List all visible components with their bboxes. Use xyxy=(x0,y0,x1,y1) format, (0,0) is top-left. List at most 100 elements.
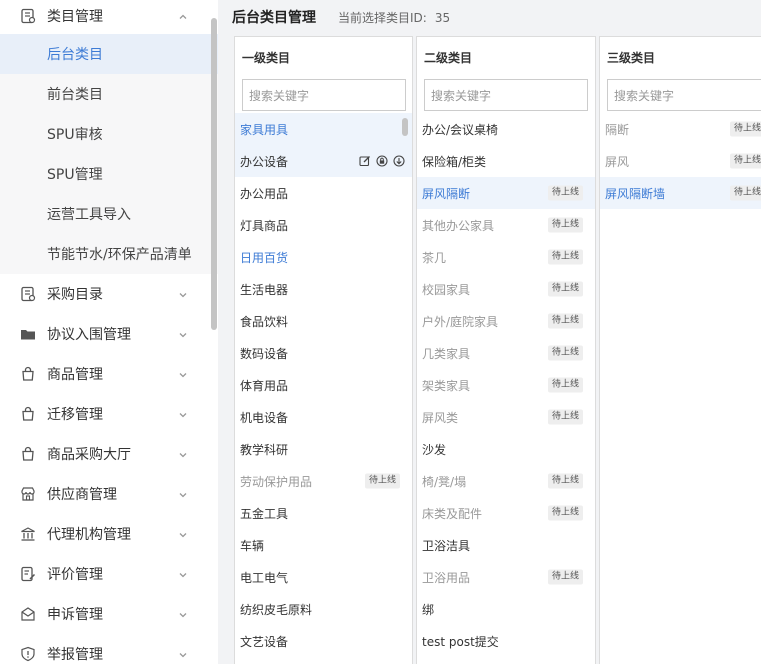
category-name: 床类及配件 xyxy=(422,506,483,521)
submenu-category: 后台类目 前台类目 SPU审核 SPU管理 运营工具导入 节能节水/环保产品清单 xyxy=(0,34,218,274)
chevron-down-icon xyxy=(178,609,188,619)
level3-search-input[interactable]: 搜索关键字 xyxy=(607,79,761,111)
submenu-item[interactable]: SPU审核 xyxy=(0,114,218,154)
category-row[interactable]: 校园家具 待上线 xyxy=(417,273,595,305)
category-row[interactable]: 纺织皮毛原料 xyxy=(235,593,412,625)
level2-search-input[interactable]: 搜索关键字 xyxy=(424,79,588,111)
menu-item[interactable]: 申诉管理 xyxy=(0,594,218,634)
category-row[interactable]: 五金工具 xyxy=(235,497,412,529)
level1-scrollbar[interactable] xyxy=(402,118,408,136)
selected-category-info: 当前选择类目ID: 35 xyxy=(338,9,450,26)
edit-icon[interactable] xyxy=(357,154,372,168)
category-name: 五金工具 xyxy=(240,506,289,521)
submenu-item[interactable]: 节能节水/环保产品清单 xyxy=(0,234,218,274)
category-row[interactable]: 办公用品 xyxy=(235,177,412,209)
category-row[interactable]: 车辆 xyxy=(235,529,412,561)
menu-item[interactable]: 协议入围管理 xyxy=(0,314,218,354)
category-row[interactable]: 体育用品 xyxy=(235,369,412,401)
category-name: 几类家具 xyxy=(422,346,471,361)
category-row[interactable]: 屏风隔断 待上线 xyxy=(417,177,595,209)
category-row[interactable]: 教学科研 xyxy=(235,433,412,465)
status-badge: 待上线 xyxy=(547,505,583,521)
category-name: 数码设备 xyxy=(240,346,289,361)
submenu-item[interactable]: SPU管理 xyxy=(0,154,218,194)
menu-item-label: 迁移管理 xyxy=(47,407,103,423)
status-badge: 待上线 xyxy=(547,185,583,201)
category-row[interactable]: test post提交 xyxy=(417,625,595,657)
category-row[interactable]: 架类家具 待上线 xyxy=(417,369,595,401)
sidebar-scrollbar[interactable] xyxy=(211,18,217,330)
download-icon[interactable] xyxy=(391,154,406,168)
category-row[interactable]: 沙发 xyxy=(417,433,595,465)
category-row[interactable]: 屏风类 待上线 xyxy=(417,401,595,433)
category-row[interactable]: 电工电气 xyxy=(235,561,412,593)
level2-category-list: 办公/会议桌椅 保险箱/柜类 屏风隔断 待上线 其他办公家具 待上线 茶几 待上线 校园家具 待上… xyxy=(417,113,595,657)
category-name: 车辆 xyxy=(240,538,265,553)
status-badge: 待上线 xyxy=(547,281,583,297)
level1-category-column: 一级类目 搜索关键字 家具用具办公设备 办公用品 灯具商品日用百货生活电器食品饮料数… xyxy=(234,36,413,664)
selected-category-label: 当前选择类目ID: xyxy=(338,10,427,25)
status-badge: 待上线 xyxy=(547,377,583,393)
category-name: 家具用具 xyxy=(240,122,289,137)
category-row[interactable]: 屏风 待上线 xyxy=(600,145,761,177)
bag-icon xyxy=(20,366,36,382)
category-row[interactable]: 椅/凳/塌 待上线 xyxy=(417,465,595,497)
category-row[interactable]: 卫浴用品 待上线 xyxy=(417,561,595,593)
menu-item-category[interactable]: 类目管理 xyxy=(0,0,218,34)
category-row[interactable]: 床类及配件 待上线 xyxy=(417,497,595,529)
category-row[interactable]: 劳动保护用品 待上线 xyxy=(235,465,412,497)
category-row[interactable]: 灯具商品 xyxy=(235,209,412,241)
column-title: 二级类目 xyxy=(424,51,473,65)
shield-icon xyxy=(20,646,36,662)
category-row[interactable]: 办公设备 xyxy=(235,145,412,177)
category-name: 体育用品 xyxy=(240,378,289,393)
lock-icon[interactable] xyxy=(374,154,389,168)
category-row[interactable]: 文艺设备 xyxy=(235,625,412,657)
category-row[interactable]: 户外/庭院家具 待上线 xyxy=(417,305,595,337)
category-row[interactable]: 生活电器 xyxy=(235,273,412,305)
chevron-down-icon xyxy=(178,289,188,299)
status-badge: 待上线 xyxy=(547,313,583,329)
category-name: 屏风隔断 xyxy=(422,186,471,201)
submenu-item[interactable]: 运营工具导入 xyxy=(0,194,218,234)
submenu-item[interactable]: 后台类目 xyxy=(0,34,218,74)
category-name: 屏风类 xyxy=(422,410,459,425)
menu-item[interactable]: 代理机构管理 xyxy=(0,514,218,554)
category-name: 劳动保护用品 xyxy=(240,474,313,489)
category-row[interactable]: 屏风隔断墙 待上线 xyxy=(600,177,761,209)
chevron-down-icon xyxy=(178,649,188,659)
row-actions xyxy=(357,154,406,168)
category-name: 卫浴用品 xyxy=(422,570,471,585)
category-name: 其他办公家具 xyxy=(422,218,495,233)
category-name: 电工电气 xyxy=(240,570,289,585)
menu-item[interactable]: 商品管理 xyxy=(0,354,218,394)
level1-search-input[interactable]: 搜索关键字 xyxy=(242,79,406,111)
category-name: 教学科研 xyxy=(240,442,289,457)
bag-icon xyxy=(20,406,36,422)
status-badge: 待上线 xyxy=(547,473,583,489)
category-row[interactable]: 日用百货 xyxy=(235,241,412,273)
category-name: 日用百货 xyxy=(240,250,289,265)
main-content: 后台类目管理 当前选择类目ID: 35 一级类目 搜索关键字 家具用具 办公设备 办公… xyxy=(218,0,761,664)
category-row[interactable]: 茶几 待上线 xyxy=(417,241,595,273)
category-row[interactable]: 办公/会议桌椅 xyxy=(417,113,595,145)
menu-item[interactable]: 评价管理 xyxy=(0,554,218,594)
menu-item[interactable]: 举报管理 xyxy=(0,634,218,664)
category-row[interactable]: 家具用具 xyxy=(235,113,412,145)
category-row[interactable]: 数码设备 xyxy=(235,337,412,369)
category-row[interactable]: 食品饮料 xyxy=(235,305,412,337)
category-row[interactable]: 其他办公家具 待上线 xyxy=(417,209,595,241)
submenu-item[interactable]: 前台类目 xyxy=(0,74,218,114)
category-row[interactable]: 几类家具 待上线 xyxy=(417,337,595,369)
menu-item[interactable]: 供应商管理 xyxy=(0,474,218,514)
menu-item[interactable]: 商品采购大厅 xyxy=(0,434,218,474)
menu-item[interactable]: 采购目录 xyxy=(0,274,218,314)
category-name: 食品饮料 xyxy=(240,314,289,329)
category-row[interactable]: 机电设备 xyxy=(235,401,412,433)
category-row[interactable]: 保险箱/柜类 xyxy=(417,145,595,177)
category-row[interactable]: 绑 xyxy=(417,593,595,625)
category-row[interactable]: 卫浴洁具 xyxy=(417,529,595,561)
column-title: 一级类目 xyxy=(242,51,291,65)
category-row[interactable]: 隔断 待上线 xyxy=(600,113,761,145)
menu-item[interactable]: 迁移管理 xyxy=(0,394,218,434)
